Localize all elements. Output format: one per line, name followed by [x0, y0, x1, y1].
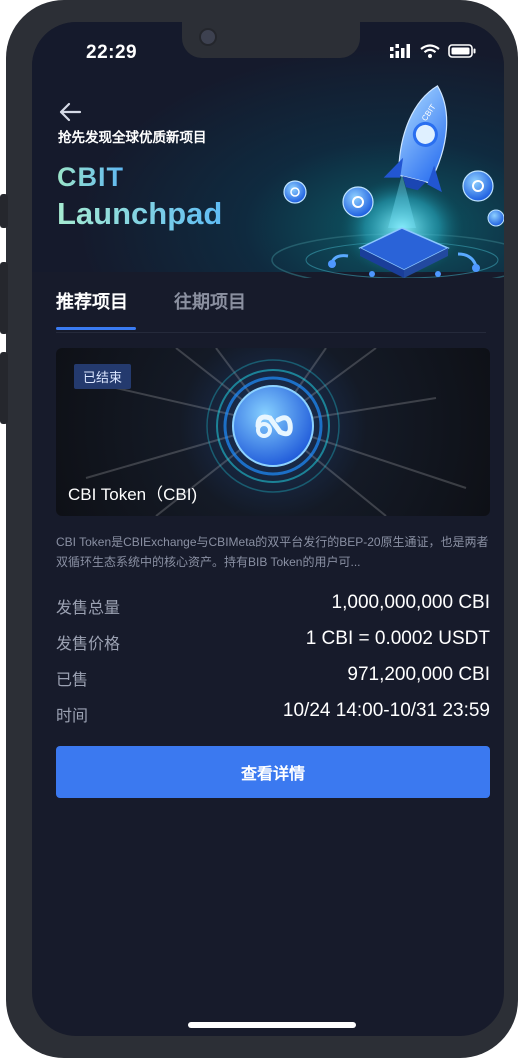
battery-icon [448, 44, 476, 58]
detail-label: 已售 [56, 672, 89, 689]
view-details-button[interactable]: 查看详情 [56, 746, 490, 798]
detail-row-total-supply: 发售总量 1,000,000,000 CBI [56, 592, 490, 620]
detail-label: 发售总量 [56, 600, 121, 617]
mute-switch [0, 194, 8, 228]
detail-row-price: 发售价格 1 CBI = 0.0002 USDT [56, 628, 490, 656]
signal-icon [390, 44, 410, 58]
detail-value: 1 CBI = 0.0002 USDT [305, 628, 490, 649]
detail-value: 1,000,000,000 CBI [331, 592, 490, 613]
project-description: CBI Token是CBIExchange与CBIMeta的双平台发行的BEP-… [56, 535, 489, 569]
status-icons [390, 44, 476, 58]
detail-row-sold: 已售 971,200,000 CBI [56, 664, 490, 692]
app-screen: CBIT 抢先发现全球优质新项目 CBIT Launchpad 22:29 推荐… [32, 22, 504, 1036]
volume-down-button [0, 352, 8, 424]
wifi-icon [420, 44, 440, 58]
hero-subtitle: 抢先发现全球优质新项目 [58, 130, 207, 145]
back-arrow-icon[interactable] [58, 102, 82, 122]
detail-label: 时间 [56, 708, 89, 725]
notch [182, 22, 360, 58]
home-indicator[interactable] [188, 1022, 356, 1028]
volume-up-button [0, 262, 8, 334]
status-badge: 已结束 [74, 364, 132, 389]
project-card[interactable]: 已结束 CBI Token（CBI) [56, 348, 490, 516]
detail-value: 971,200,000 CBI [347, 664, 490, 685]
brand-launchpad: Launchpad [57, 196, 223, 231]
project-tabs: 推荐项目 往期项目 [56, 284, 486, 333]
detail-row-time: 时间 10/24 14:00-10/31 23:59 [56, 700, 490, 728]
detail-value: 10/24 14:00-10/31 23:59 [282, 700, 490, 721]
brand-cbit: CBIT [57, 162, 124, 192]
phone-frame: CBIT 抢先发现全球优质新项目 CBIT Launchpad 22:29 推荐… [0, 0, 518, 1058]
detail-label: 发售价格 [56, 636, 121, 653]
active-tab-indicator [56, 327, 136, 330]
camera-icon [199, 28, 217, 46]
project-title: CBI Token（CBI) [68, 485, 198, 504]
rocket-illustration: CBIT [271, 85, 504, 278]
tab-recommended[interactable]: 推荐项目 [56, 288, 128, 314]
status-time: 22:29 [86, 42, 138, 63]
tab-past[interactable]: 往期项目 [174, 288, 246, 314]
